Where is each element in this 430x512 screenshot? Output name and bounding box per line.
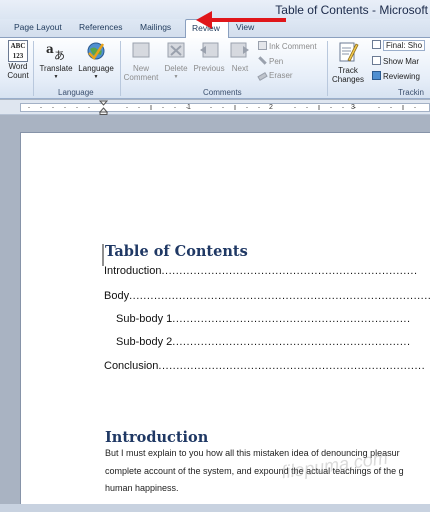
pen-label: Pen [269, 57, 284, 66]
tab-page-layout[interactable]: Page Layout [14, 22, 62, 32]
tab-mailings[interactable]: Mailings [140, 22, 171, 32]
toc-leader-dots: ........................................… [172, 336, 411, 348]
toc-leader-dots: ........................................… [172, 313, 411, 325]
next-comment-button[interactable]: Next [227, 40, 253, 73]
next-label: Next [231, 64, 249, 73]
show-markup-label: Show Mar [383, 57, 420, 66]
eraser-button[interactable]: Eraser [257, 71, 293, 81]
globe-check-icon [87, 42, 105, 60]
eraser-icon [257, 72, 268, 81]
previous-comment-icon [200, 42, 219, 58]
toc-entry-label: Body [104, 290, 130, 302]
reviewing-pane-button[interactable]: Reviewing [372, 71, 420, 81]
ruler-mark-3: 3 [351, 104, 355, 111]
separator [33, 41, 34, 96]
toc-entry-introduction[interactable]: Introduction............................… [104, 265, 430, 279]
new-comment-icon [132, 42, 150, 58]
ruler-strip: 1 2 3 [20, 103, 430, 112]
translate-label: Translate [39, 64, 73, 73]
toc-leader-dots: ........................................… [158, 360, 426, 372]
language-label: Language [78, 64, 114, 73]
reviewing-pane-icon [372, 71, 381, 80]
indent-marker-icon[interactable] [99, 100, 108, 115]
toc-title: Table of Contents [105, 243, 248, 260]
bottom-edge [0, 504, 430, 512]
chevron-down-icon: ▼ [173, 74, 179, 80]
ribbon: ABC 123 Word Count a あ Translate ▼ Langu… [0, 38, 430, 99]
chevron-down-icon: ▼ [93, 74, 99, 80]
new-comment-label: New Comment [123, 64, 159, 82]
text-cursor [102, 244, 104, 266]
translate-icon: a あ [46, 42, 65, 62]
track-changes-label: Track Changes [331, 66, 365, 84]
ink-comment-icon [258, 41, 267, 50]
eraser-label: Eraser [269, 71, 293, 80]
translate-button[interactable]: a あ Translate ▼ [37, 40, 75, 82]
final-show-value: Final: Sho [383, 40, 426, 51]
ruler-mark-1: 1 [187, 104, 191, 111]
show-markup-icon [372, 56, 381, 65]
window-title: Table of Contents - Microsoft [275, 3, 428, 17]
abc-123-icon: ABC 123 [8, 40, 28, 62]
separator [327, 41, 328, 96]
track-changes-button[interactable]: Track Changes [329, 40, 367, 84]
tracking-group-label: Trackin [398, 88, 424, 97]
previous-comment-button[interactable]: Previous [192, 40, 226, 73]
comments-group-label: Comments [203, 88, 242, 97]
language-button[interactable]: Language ▼ [76, 40, 116, 82]
delete-comment-button[interactable]: Delete ▼ [160, 40, 192, 82]
ruler-ticks [28, 105, 416, 110]
chevron-down-icon: ▼ [53, 74, 59, 80]
word-count-label: Word Count [7, 62, 29, 80]
toc-entry-conclusion[interactable]: Conclusion..............................… [104, 360, 430, 374]
show-markup-button[interactable]: Show Mar [372, 56, 419, 66]
toc-entry-sub-body-2[interactable]: Sub-body 2..............................… [116, 336, 430, 350]
pen-icon [258, 56, 267, 65]
toc-entry-label: Sub-body 2 [116, 336, 173, 348]
toc-leader-dots: ........................................… [161, 265, 418, 277]
reviewing-label: Reviewing [383, 72, 420, 81]
toc-entry-label: Introduction [104, 265, 162, 277]
svg-text:あ: あ [54, 49, 65, 62]
section-heading-introduction: Introduction [105, 429, 209, 446]
toc-leader-dots: ........................................… [129, 290, 430, 302]
separator [120, 41, 121, 96]
ink-comment-label: Ink Comment [269, 42, 317, 51]
next-comment-icon [230, 42, 249, 58]
track-changes-icon [339, 42, 359, 62]
annotation-arrow-icon [196, 11, 286, 29]
toc-entry-sub-body-1[interactable]: Sub-body 1..............................… [116, 313, 430, 327]
document-page[interactable]: Table of Contents Introduction..........… [20, 132, 430, 504]
paragraph-line: human happiness. [105, 483, 179, 493]
ink-comment-button[interactable]: Ink Comment [258, 41, 317, 51]
final-show-markup-dropdown[interactable]: Final: Sho [372, 40, 426, 51]
new-comment-button[interactable]: New Comment [123, 40, 159, 82]
toc-entry-body[interactable]: Body....................................… [104, 290, 430, 304]
delete-label: Delete [164, 64, 188, 73]
word-count-button[interactable]: ABC 123 Word Count [5, 40, 31, 80]
toc-entry-label: Conclusion [104, 360, 159, 372]
tab-references[interactable]: References [79, 22, 122, 32]
pen-button[interactable]: Pen [258, 56, 283, 66]
toc-entry-label: Sub-body 1 [116, 313, 173, 325]
previous-label: Previous [193, 64, 225, 73]
ruler-mark-2: 2 [269, 104, 273, 111]
svg-text:a: a [46, 42, 54, 56]
language-group-label: Language [58, 88, 94, 97]
horizontal-ruler[interactable]: 1 2 3 [0, 100, 430, 115]
delete-comment-icon [167, 42, 185, 58]
display-for-review-icon [372, 40, 381, 49]
